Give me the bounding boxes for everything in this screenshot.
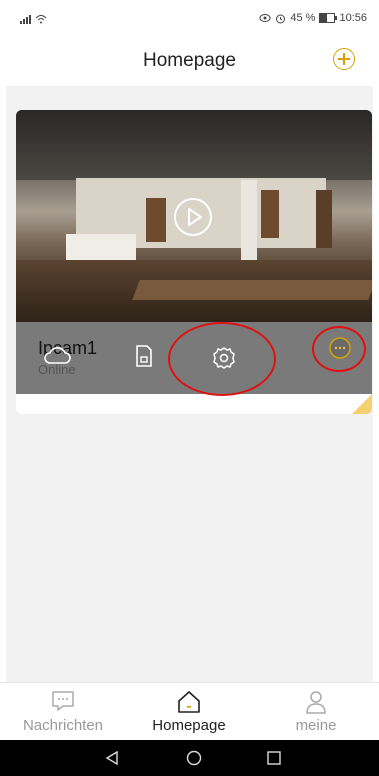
home-icon [178, 691, 200, 713]
recents-icon[interactable] [266, 750, 282, 766]
tab-label: Homepage [152, 717, 226, 734]
signal-icon [20, 15, 31, 24]
system-nav-bar [0, 740, 379, 776]
back-icon[interactable] [104, 750, 120, 766]
signal-indicators [20, 14, 47, 24]
tab-label: Nachrichten [22, 717, 104, 734]
camera-action-bar: Ipcam1 Online [16, 322, 372, 394]
alarm-icon [276, 14, 286, 23]
device-list-area: Ipcam1 Online [6, 86, 373, 682]
camera-preview-image[interactable] [16, 110, 372, 322]
battery-icon [319, 13, 338, 23]
bottom-tab-bar: Nachrichten Homepage meine [0, 682, 379, 741]
tab-meine[interactable]: meine [253, 683, 379, 741]
page-title: Homepage [143, 50, 236, 71]
app-screen: 45 % 10:56 Homepage Ipcam1 Online Nachri… [0, 0, 379, 776]
play-icon [188, 208, 202, 226]
card-corner-badge [352, 394, 372, 414]
sd-card-icon[interactable] [134, 344, 154, 368]
tab-homepage[interactable]: Homepage [126, 683, 252, 741]
cloud-icon[interactable] [42, 344, 72, 366]
tab-label: meine [295, 717, 337, 734]
home-circle-icon[interactable] [186, 750, 202, 766]
app-header: Homepage [0, 36, 379, 86]
wifi-icon [35, 15, 47, 24]
status-bar: 45 % 10:56 [0, 0, 379, 36]
status-right: 45 % 10:56 [259, 12, 367, 24]
message-icon [52, 691, 74, 711]
battery-percent: 45 % [290, 12, 316, 24]
clock: 10:56 [339, 12, 367, 24]
eye-icon [259, 14, 271, 22]
camera-card[interactable]: Ipcam1 Online [16, 110, 372, 414]
add-device-button[interactable] [333, 48, 355, 70]
person-icon [306, 691, 326, 714]
play-button[interactable] [174, 198, 212, 236]
tab-nachrichten[interactable]: Nachrichten [0, 683, 126, 741]
gear-icon[interactable] [212, 346, 236, 370]
more-icon[interactable] [328, 336, 352, 360]
